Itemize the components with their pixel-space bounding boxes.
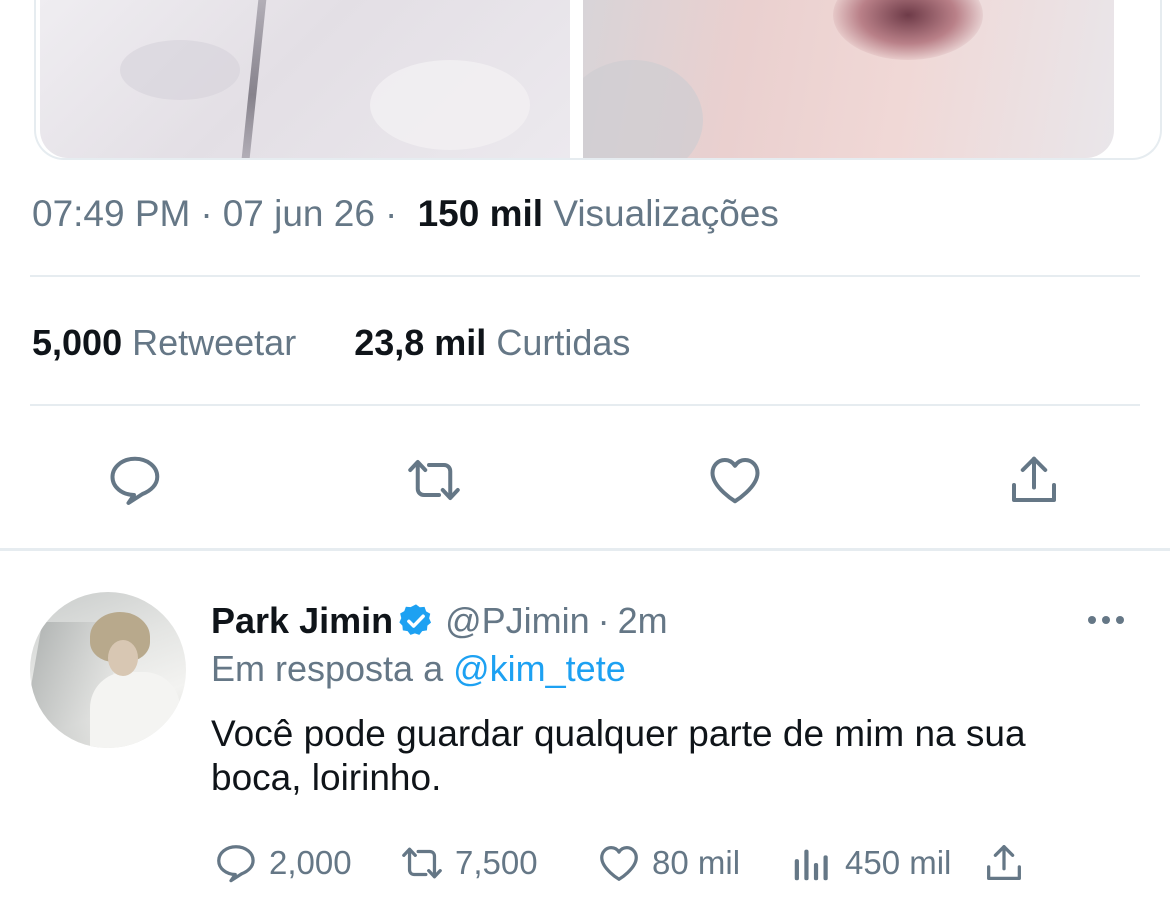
likes-count[interactable]: 23,8 mil	[354, 322, 486, 363]
tweet-stats: 5,000 Retweetar 23,8 mil Curtidas	[32, 322, 630, 364]
reply-prefix: Em resposta a	[211, 648, 444, 689]
retweet-button[interactable]	[402, 448, 466, 512]
author-name[interactable]: Park Jimin	[211, 600, 393, 642]
divider	[30, 404, 1140, 406]
like-count: 80 mil	[652, 844, 741, 881]
retweets-label[interactable]: Retweetar	[132, 322, 296, 363]
views-label: Visualizações	[553, 193, 779, 234]
reply-retweet-button[interactable]: 7,500	[399, 836, 538, 890]
tweet-meta: 07:49 PM · 07 jun 26 · 150 mil Visualizaçõe…	[32, 193, 779, 234]
more-options-icon[interactable]	[1086, 612, 1126, 628]
retweet-count: 7,500	[455, 844, 538, 881]
reply-time[interactable]: 2m	[618, 600, 668, 642]
share-icon	[987, 845, 1021, 880]
tweet-image-right[interactable]	[583, 0, 1114, 158]
reply-header: Park Jimin @PJimin · 2m	[211, 600, 668, 642]
reply-text: Você pode guardar qualquer parte de mim …	[211, 713, 1026, 798]
views-count-small: 450 mil	[845, 844, 952, 881]
tweet-image-left[interactable]	[40, 0, 570, 158]
reply-like-button[interactable]: 80 mil	[596, 836, 740, 890]
reply-count: 2,000	[269, 844, 352, 881]
author-handle[interactable]: @PJimin	[445, 600, 590, 642]
share-icon	[1012, 456, 1056, 502]
reply-context: Em resposta a @kim_tete	[211, 648, 626, 690]
divider	[30, 275, 1140, 277]
section-divider	[0, 548, 1170, 551]
retweet-icon	[402, 847, 442, 879]
reply-icon	[217, 845, 255, 883]
retweet-icon	[408, 460, 460, 500]
verified-badge-icon	[399, 604, 432, 635]
likes-label[interactable]: Curtidas	[496, 322, 630, 363]
reply-icon	[110, 456, 160, 505]
like-icon	[600, 846, 638, 881]
views-count: 150 mil	[417, 193, 544, 234]
retweets-count[interactable]: 5,000	[32, 322, 122, 363]
tweet-date: 07 jun 26	[222, 193, 375, 234]
like-icon	[710, 458, 760, 504]
reply-views-button[interactable]: 450 mil	[789, 836, 951, 890]
separator-dot: ·	[597, 600, 610, 641]
like-button[interactable]	[703, 448, 767, 512]
views-icon	[794, 849, 828, 881]
tweet-time: 07:49 PM	[32, 193, 191, 234]
share-button[interactable]	[1002, 448, 1066, 512]
reply-button[interactable]	[103, 448, 167, 512]
avatar[interactable]	[30, 592, 186, 748]
reply-share-button[interactable]	[981, 836, 1037, 890]
reply-mention-link[interactable]: @kim_tete	[453, 648, 626, 689]
reply-reply-button[interactable]: 2,000	[213, 836, 352, 890]
